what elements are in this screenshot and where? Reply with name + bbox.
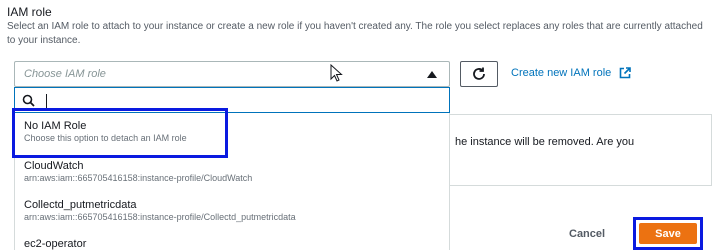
select-placeholder: Choose IAM role: [24, 68, 106, 80]
text-caret: [46, 94, 47, 108]
option-collectd[interactable]: Collectd_putmetricdata arn:aws:iam::6657…: [15, 199, 449, 222]
create-iam-role-label: Create new IAM role: [511, 67, 612, 79]
cancel-button[interactable]: Cancel: [569, 228, 605, 240]
save-annotation-box: Save: [633, 217, 703, 250]
option-cloudwatch[interactable]: CloudWatch arn:aws:iam::665705416158:ins…: [15, 160, 449, 183]
section-title: IAM role: [7, 5, 52, 19]
annotation-highlight-box: [12, 108, 228, 158]
save-button[interactable]: Save: [639, 223, 697, 244]
iam-role-select[interactable]: Choose IAM role: [14, 61, 450, 87]
refresh-button[interactable]: [460, 61, 498, 87]
section-description: Select an IAM role to attach to your ins…: [7, 21, 703, 46]
modify-iam-role-panel: IAM role Select an IAM role to attach to…: [0, 0, 727, 250]
option-ec2-operator[interactable]: ec2-operator: [15, 238, 449, 250]
mouse-cursor-icon: [330, 64, 343, 82]
search-icon: [22, 94, 35, 107]
create-iam-role-link[interactable]: Create new IAM role: [511, 67, 632, 79]
warning-text: he instance will be removed. Are you: [455, 136, 635, 148]
caret-up-icon: [427, 71, 437, 78]
refresh-icon: [473, 67, 485, 80]
external-link-icon: [619, 67, 632, 79]
